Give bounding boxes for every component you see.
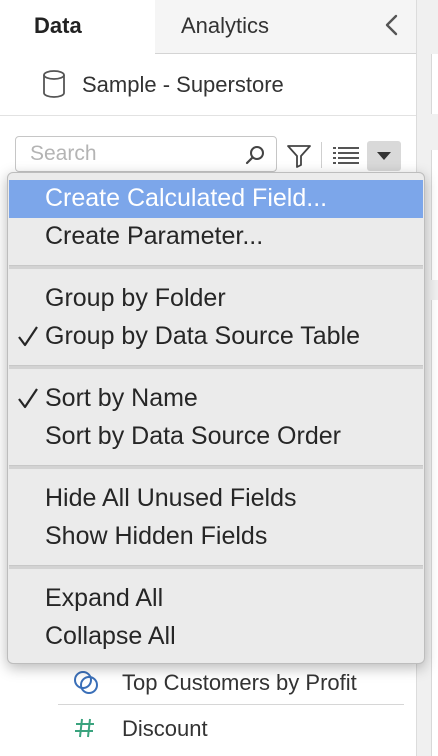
datasource-name: Sample - Superstore [82,72,284,97]
menu-item-group-by-folder[interactable]: Group by Folder [9,280,423,318]
menu-separator [9,265,423,269]
menu-item-collapse-all[interactable]: Collapse All [9,618,423,656]
menu-item-label: Hide All Unused Fields [45,484,297,512]
menu-item-hide-all-unused-fields[interactable]: Hide All Unused Fields [9,480,423,518]
menu-separator [9,565,423,569]
menu-item-create-calculated-field[interactable]: Create Calculated Field... [9,180,423,218]
chevron-left-icon[interactable] [380,10,404,40]
checkmark-icon [18,388,38,409]
menu-item-label: Create Calculated Field... [45,184,328,212]
view-list-icon[interactable] [333,146,359,168]
menu-item-show-hidden-fields[interactable]: Show Hidden Fields [9,518,423,556]
field-row-top-customers[interactable]: Top Customers by Profit [58,660,404,704]
tab-data-label: Data [34,13,82,38]
database-icon [43,70,65,98]
search-input[interactable] [30,141,240,167]
menu-item-label: Group by Data Source Table [45,322,361,350]
menu-item-label: Expand All [45,584,164,612]
caret-down-icon [377,152,391,160]
search-icon[interactable] [244,145,266,167]
search-box[interactable] [15,136,277,172]
data-pane-dropdown-menu: Create Calculated Field... Create Parame… [7,172,425,664]
menu-item-sort-by-data-source-order[interactable]: Sort by Data Source Order [9,418,423,456]
set-icon [74,671,98,694]
menu-item-create-parameter[interactable]: Create Parameter... [9,218,423,256]
tab-analytics[interactable]: Analytics [155,0,416,54]
field-label: Discount [122,716,208,741]
datasource-row[interactable]: Sample - Superstore [0,55,416,116]
menu-item-label: Sort by Data Source Order [45,422,341,450]
tab-data[interactable]: Data [0,0,156,54]
menu-item-group-by-data-source-table[interactable]: Group by Data Source Table [9,318,423,356]
list-divider [58,704,404,705]
menu-item-label: Create Parameter... [45,222,264,250]
filter-icon[interactable] [286,143,312,169]
menu-separator [9,465,423,469]
field-row-discount[interactable]: Discount [58,706,404,750]
menu-item-label: Show Hidden Fields [45,522,268,550]
menu-item-label: Sort by Name [45,384,198,412]
data-pane-menu-button[interactable] [367,141,401,171]
measure-icon [75,718,94,738]
menu-item-label: Collapse All [45,622,176,650]
toolbar-divider [321,142,322,168]
menu-item-expand-all[interactable]: Expand All [9,580,423,618]
checkmark-icon [18,326,38,347]
menu-separator [9,365,423,369]
menu-item-sort-by-name[interactable]: Sort by Name [9,380,423,418]
tab-analytics-label: Analytics [181,13,270,38]
menu-item-label: Group by Folder [45,284,226,312]
field-label: Top Customers by Profit [122,670,357,695]
pane-tabs: Data Analytics [0,0,416,54]
